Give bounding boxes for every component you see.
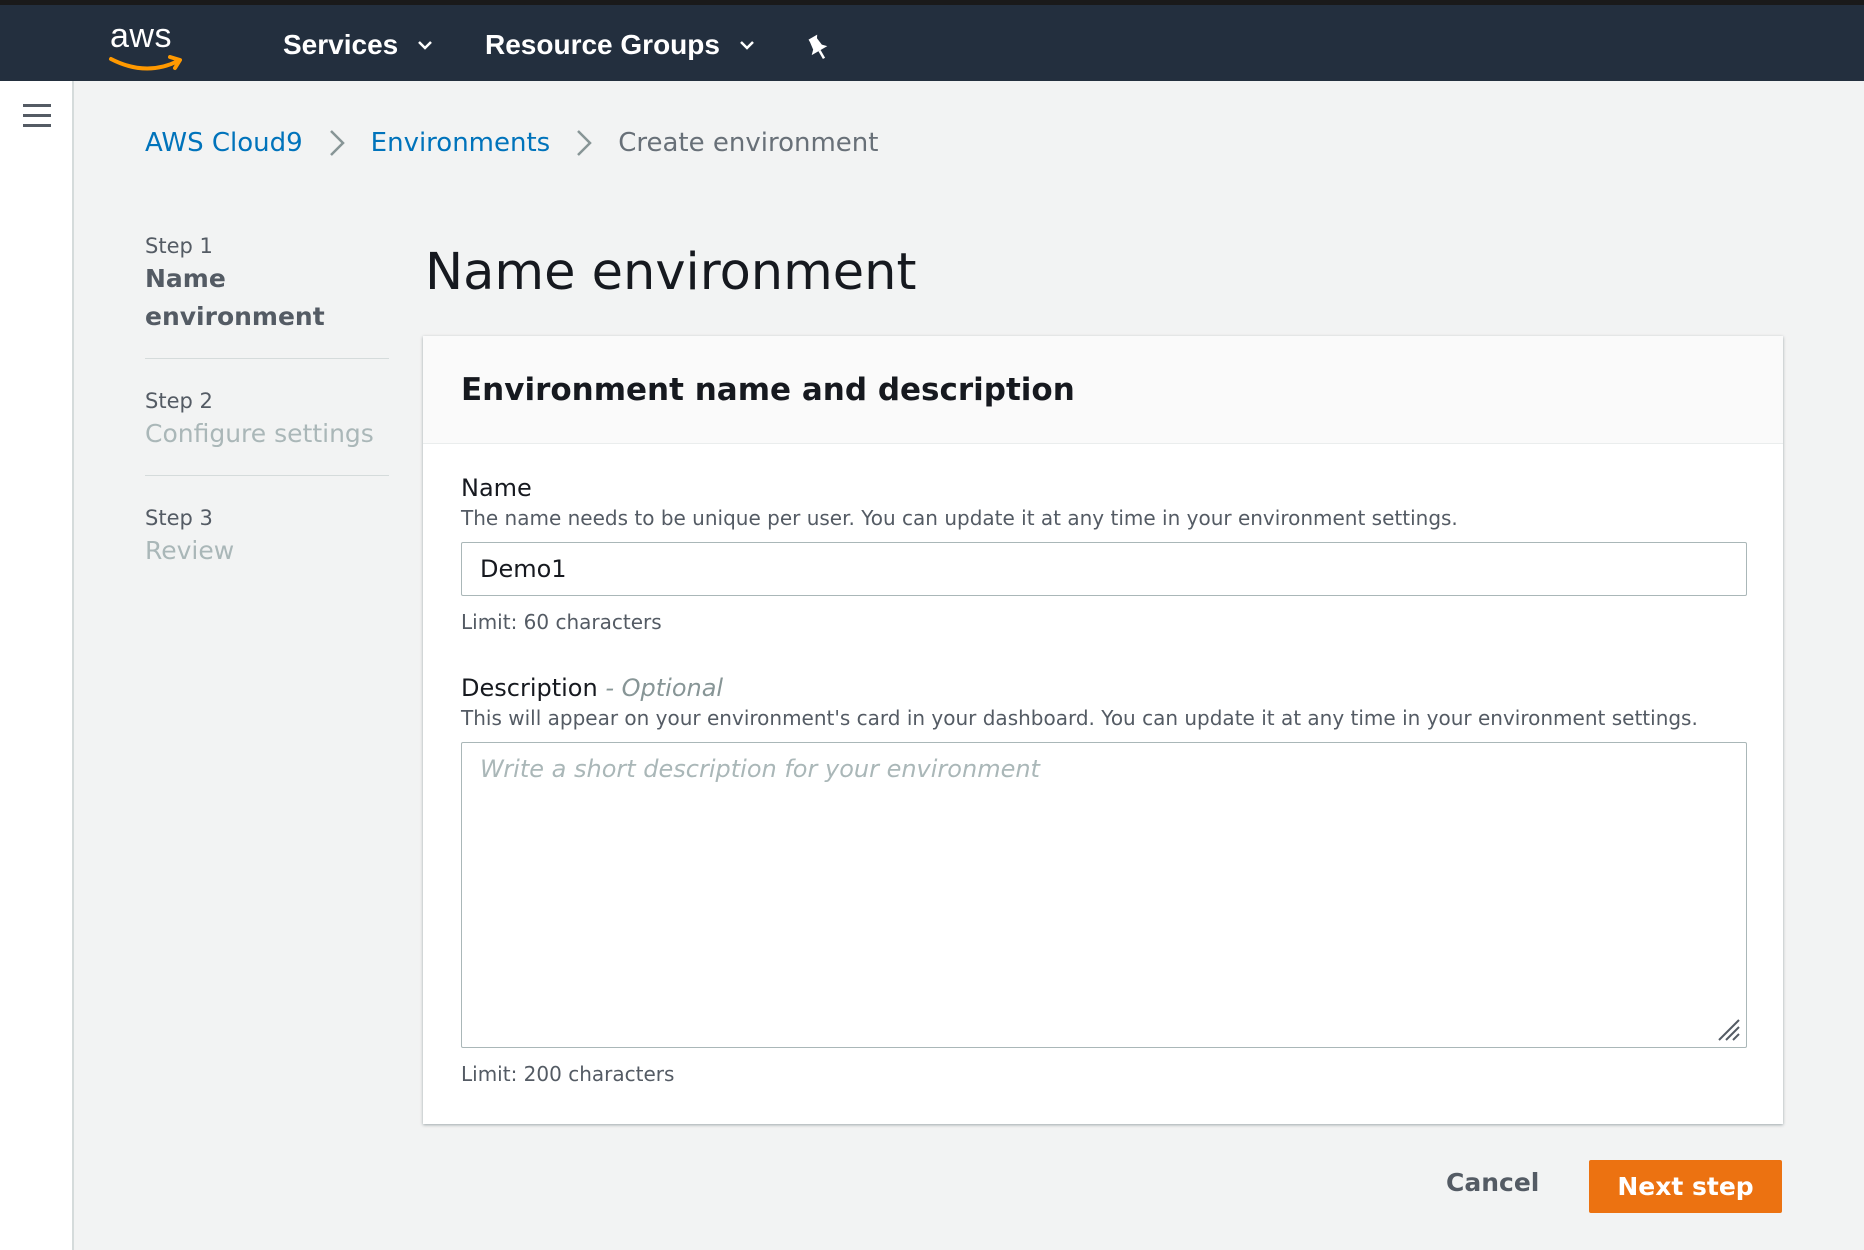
card-title: Environment name and description <box>461 371 1075 408</box>
step-1: Step 1 Name environment <box>145 232 389 359</box>
wizard-steps: Step 1 Name environment Step 2 Configure… <box>145 232 389 620</box>
resize-grip-icon[interactable] <box>1713 1014 1741 1042</box>
step-title: Review <box>145 536 235 565</box>
description-limit-text: Limit: 200 characters <box>461 1062 675 1086</box>
step-3: Step 3 Review <box>145 504 389 592</box>
name-input[interactable] <box>461 542 1747 596</box>
hamburger-menu-icon[interactable] <box>23 104 51 128</box>
step-number: Step 3 <box>145 506 213 530</box>
aws-smile-icon <box>109 55 182 71</box>
services-menu[interactable]: Services <box>283 29 433 61</box>
next-step-button[interactable]: Next step <box>1589 1160 1782 1213</box>
breadcrumb: AWS Cloud9 Environments Create environme… <box>145 128 878 158</box>
cancel-button[interactable]: Cancel <box>1432 1160 1553 1205</box>
environment-details-card: Environment name and description Name Th… <box>423 336 1783 1124</box>
breadcrumb-environments[interactable]: Environments <box>371 128 551 158</box>
name-field-group: Name The name needs to be unique per use… <box>461 472 1747 636</box>
aws-logo-text: aws <box>110 17 172 55</box>
description-textarea-wrapper <box>461 742 1747 1048</box>
step-title: Configure settings <box>145 419 374 448</box>
step-2: Step 2 Configure settings <box>145 387 389 476</box>
description-help-text: This will appear on your environment's c… <box>461 706 1698 730</box>
breadcrumb-current: Create environment <box>618 128 879 158</box>
description-textarea[interactable] <box>461 742 1747 1048</box>
description-label-row: Description - Optional <box>461 672 1747 704</box>
chevron-down-icon <box>740 40 754 50</box>
resource-groups-label: Resource Groups <box>485 29 720 60</box>
card-header: Environment name and description <box>423 336 1783 444</box>
resource-groups-menu[interactable]: Resource Groups <box>485 29 754 61</box>
chevron-right-icon <box>577 130 592 156</box>
name-help-text: The name needs to be unique per user. Yo… <box>461 506 1458 530</box>
description-field-group: Description - Optional This will appear … <box>461 672 1747 1088</box>
optional-tag: - Optional <box>605 674 724 702</box>
step-title: Name environment <box>145 264 325 331</box>
top-navigation-bar: aws Services Resource Groups <box>0 0 1864 81</box>
name-label: Name <box>461 474 532 502</box>
step-number: Step 1 <box>145 234 213 258</box>
side-rail <box>0 81 74 1250</box>
name-limit-text: Limit: 60 characters <box>461 610 662 634</box>
step-number: Step 2 <box>145 389 213 413</box>
page-title: Name environment <box>425 243 917 302</box>
chevron-down-icon <box>418 40 433 50</box>
aws-logo[interactable]: aws <box>108 15 188 75</box>
pushpin-icon[interactable] <box>804 34 832 62</box>
description-label: Description <box>461 674 598 702</box>
services-label: Services <box>283 29 399 60</box>
chevron-right-icon <box>329 130 345 156</box>
breadcrumb-aws-cloud9[interactable]: AWS Cloud9 <box>145 128 303 158</box>
